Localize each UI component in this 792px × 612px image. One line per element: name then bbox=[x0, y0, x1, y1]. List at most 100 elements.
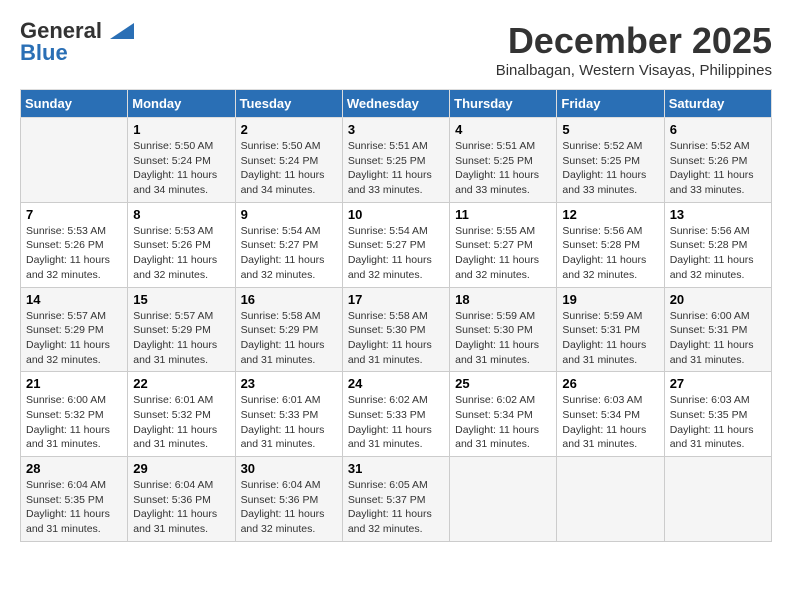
day-number: 17 bbox=[348, 292, 444, 307]
calendar-cell: 30Sunrise: 6:04 AMSunset: 5:36 PMDayligh… bbox=[235, 457, 342, 542]
calendar-cell: 27Sunrise: 6:03 AMSunset: 5:35 PMDayligh… bbox=[664, 372, 771, 457]
day-number: 14 bbox=[26, 292, 122, 307]
header-thursday: Thursday bbox=[450, 90, 557, 118]
day-info: Sunrise: 5:58 AMSunset: 5:29 PMDaylight:… bbox=[241, 309, 337, 368]
logo-text: General bbox=[20, 20, 102, 42]
calendar-cell: 20Sunrise: 6:00 AMSunset: 5:31 PMDayligh… bbox=[664, 287, 771, 372]
calendar-header-row: SundayMondayTuesdayWednesdayThursdayFrid… bbox=[21, 90, 772, 118]
day-number: 26 bbox=[562, 376, 658, 391]
logo: General Blue bbox=[20, 20, 134, 64]
calendar-cell bbox=[557, 457, 664, 542]
header-friday: Friday bbox=[557, 90, 664, 118]
day-number: 15 bbox=[133, 292, 229, 307]
day-info: Sunrise: 6:01 AMSunset: 5:32 PMDaylight:… bbox=[133, 393, 229, 452]
page-header: General Blue December 2025 Binalbagan, W… bbox=[20, 20, 772, 79]
header-saturday: Saturday bbox=[664, 90, 771, 118]
day-number: 16 bbox=[241, 292, 337, 307]
day-info: Sunrise: 5:53 AMSunset: 5:26 PMDaylight:… bbox=[26, 224, 122, 283]
day-number: 11 bbox=[455, 207, 551, 222]
day-number: 7 bbox=[26, 207, 122, 222]
day-number: 13 bbox=[670, 207, 766, 222]
day-info: Sunrise: 5:50 AMSunset: 5:24 PMDaylight:… bbox=[241, 139, 337, 198]
day-number: 3 bbox=[348, 122, 444, 137]
day-info: Sunrise: 5:53 AMSunset: 5:26 PMDaylight:… bbox=[133, 224, 229, 283]
day-number: 20 bbox=[670, 292, 766, 307]
day-number: 21 bbox=[26, 376, 122, 391]
title-block: December 2025 Binalbagan, Western Visaya… bbox=[496, 20, 772, 79]
day-info: Sunrise: 5:51 AMSunset: 5:25 PMDaylight:… bbox=[455, 139, 551, 198]
day-info: Sunrise: 5:57 AMSunset: 5:29 PMDaylight:… bbox=[133, 309, 229, 368]
day-info: Sunrise: 5:59 AMSunset: 5:30 PMDaylight:… bbox=[455, 309, 551, 368]
header-sunday: Sunday bbox=[21, 90, 128, 118]
day-info: Sunrise: 6:03 AMSunset: 5:34 PMDaylight:… bbox=[562, 393, 658, 452]
calendar-cell: 17 Sunrise: 5:58 AMSunset: 5:30 PMDayligh… bbox=[342, 287, 449, 372]
calendar-cell: 9 Sunrise: 5:54 AMSunset: 5:27 PMDaylight… bbox=[235, 202, 342, 287]
calendar-cell: 31Sunrise: 6:05 AMSunset: 5:37 PMDayligh… bbox=[342, 457, 449, 542]
day-info: Sunrise: 6:03 AMSunset: 5:35 PMDaylight:… bbox=[670, 393, 766, 452]
calendar-cell bbox=[21, 118, 128, 203]
day-info: Sunrise: 5:54 AMSunset: 5:27 PMDaylight:… bbox=[348, 224, 444, 283]
header-wednesday: Wednesday bbox=[342, 90, 449, 118]
header-tuesday: Tuesday bbox=[235, 90, 342, 118]
calendar-cell: 10 Sunrise: 5:54 AMSunset: 5:27 PMDayligh… bbox=[342, 202, 449, 287]
calendar-cell: 13 Sunrise: 5:56 AMSunset: 5:28 PMDayligh… bbox=[664, 202, 771, 287]
day-info: Sunrise: 5:52 AMSunset: 5:25 PMDaylight:… bbox=[562, 139, 658, 198]
logo-blue: Blue bbox=[20, 42, 68, 64]
day-number: 12 bbox=[562, 207, 658, 222]
calendar-week-5: 28 Sunrise: 6:04 AMSunset: 5:35 PMDayligh… bbox=[21, 457, 772, 542]
day-number: 2 bbox=[241, 122, 337, 137]
calendar-cell: 8Sunrise: 5:53 AMSunset: 5:26 PMDaylight… bbox=[128, 202, 235, 287]
calendar-week-1: 1 Sunrise: 5:50 AMSunset: 5:24 PMDaylight… bbox=[21, 118, 772, 203]
calendar-cell: 7 Sunrise: 5:53 AMSunset: 5:26 PMDaylight… bbox=[21, 202, 128, 287]
day-info: Sunrise: 5:50 AMSunset: 5:24 PMDaylight:… bbox=[133, 139, 229, 198]
day-info: Sunrise: 6:00 AMSunset: 5:32 PMDaylight:… bbox=[26, 393, 122, 452]
day-info: Sunrise: 5:56 AMSunset: 5:28 PMDaylight:… bbox=[670, 224, 766, 283]
calendar-cell: 28 Sunrise: 6:04 AMSunset: 5:35 PMDayligh… bbox=[21, 457, 128, 542]
day-number: 4 bbox=[455, 122, 551, 137]
calendar-cell: 14 Sunrise: 5:57 AMSunset: 5:29 PMDayligh… bbox=[21, 287, 128, 372]
calendar-cell: 19 Sunrise: 5:59 AMSunset: 5:31 PMDayligh… bbox=[557, 287, 664, 372]
day-number: 19 bbox=[562, 292, 658, 307]
day-number: 1 bbox=[133, 122, 229, 137]
calendar-cell: 3 Sunrise: 5:51 AMSunset: 5:25 PMDaylight… bbox=[342, 118, 449, 203]
day-info: Sunrise: 5:54 AMSunset: 5:27 PMDaylight:… bbox=[241, 224, 337, 283]
day-info: Sunrise: 6:02 AMSunset: 5:34 PMDaylight:… bbox=[455, 393, 551, 452]
day-info: Sunrise: 5:58 AMSunset: 5:30 PMDaylight:… bbox=[348, 309, 444, 368]
calendar-cell: 15 Sunrise: 5:57 AMSunset: 5:29 PMDayligh… bbox=[128, 287, 235, 372]
day-info: Sunrise: 5:59 AMSunset: 5:31 PMDaylight:… bbox=[562, 309, 658, 368]
calendar-week-2: 7 Sunrise: 5:53 AMSunset: 5:26 PMDaylight… bbox=[21, 202, 772, 287]
day-info: Sunrise: 5:57 AMSunset: 5:29 PMDaylight:… bbox=[26, 309, 122, 368]
day-number: 29 bbox=[133, 461, 229, 476]
day-number: 24 bbox=[348, 376, 444, 391]
calendar-week-3: 14 Sunrise: 5:57 AMSunset: 5:29 PMDayligh… bbox=[21, 287, 772, 372]
calendar-cell: 5 Sunrise: 5:52 AMSunset: 5:25 PMDaylight… bbox=[557, 118, 664, 203]
day-info: Sunrise: 5:51 AMSunset: 5:25 PMDaylight:… bbox=[348, 139, 444, 198]
calendar-table: SundayMondayTuesdayWednesdayThursdayFrid… bbox=[20, 89, 772, 542]
day-info: Sunrise: 6:04 AMSunset: 5:36 PMDaylight:… bbox=[133, 478, 229, 537]
calendar-cell: 24 Sunrise: 6:02 AMSunset: 5:33 PMDayligh… bbox=[342, 372, 449, 457]
calendar-cell: 4 Sunrise: 5:51 AMSunset: 5:25 PMDaylight… bbox=[450, 118, 557, 203]
day-info: Sunrise: 6:04 AMSunset: 5:35 PMDaylight:… bbox=[26, 478, 122, 537]
calendar-cell bbox=[664, 457, 771, 542]
day-number: 28 bbox=[26, 461, 122, 476]
calendar-cell: 23Sunrise: 6:01 AMSunset: 5:33 PMDayligh… bbox=[235, 372, 342, 457]
day-number: 22 bbox=[133, 376, 229, 391]
logo-icon bbox=[102, 21, 134, 41]
calendar-cell: 2 Sunrise: 5:50 AMSunset: 5:24 PMDaylight… bbox=[235, 118, 342, 203]
calendar-cell: 11 Sunrise: 5:55 AMSunset: 5:27 PMDayligh… bbox=[450, 202, 557, 287]
day-number: 18 bbox=[455, 292, 551, 307]
day-info: Sunrise: 5:55 AMSunset: 5:27 PMDaylight:… bbox=[455, 224, 551, 283]
calendar-cell: 6Sunrise: 5:52 AMSunset: 5:26 PMDaylight… bbox=[664, 118, 771, 203]
day-number: 6 bbox=[670, 122, 766, 137]
month-title: December 2025 bbox=[496, 20, 772, 62]
day-info: Sunrise: 6:02 AMSunset: 5:33 PMDaylight:… bbox=[348, 393, 444, 452]
calendar-week-4: 21 Sunrise: 6:00 AMSunset: 5:32 PMDayligh… bbox=[21, 372, 772, 457]
calendar-cell: 1 Sunrise: 5:50 AMSunset: 5:24 PMDaylight… bbox=[128, 118, 235, 203]
day-number: 10 bbox=[348, 207, 444, 222]
day-number: 9 bbox=[241, 207, 337, 222]
location-subtitle: Binalbagan, Western Visayas, Philippines bbox=[496, 62, 772, 79]
day-number: 5 bbox=[562, 122, 658, 137]
day-number: 31 bbox=[348, 461, 444, 476]
calendar-cell: 18 Sunrise: 5:59 AMSunset: 5:30 PMDayligh… bbox=[450, 287, 557, 372]
calendar-cell: 26 Sunrise: 6:03 AMSunset: 5:34 PMDayligh… bbox=[557, 372, 664, 457]
